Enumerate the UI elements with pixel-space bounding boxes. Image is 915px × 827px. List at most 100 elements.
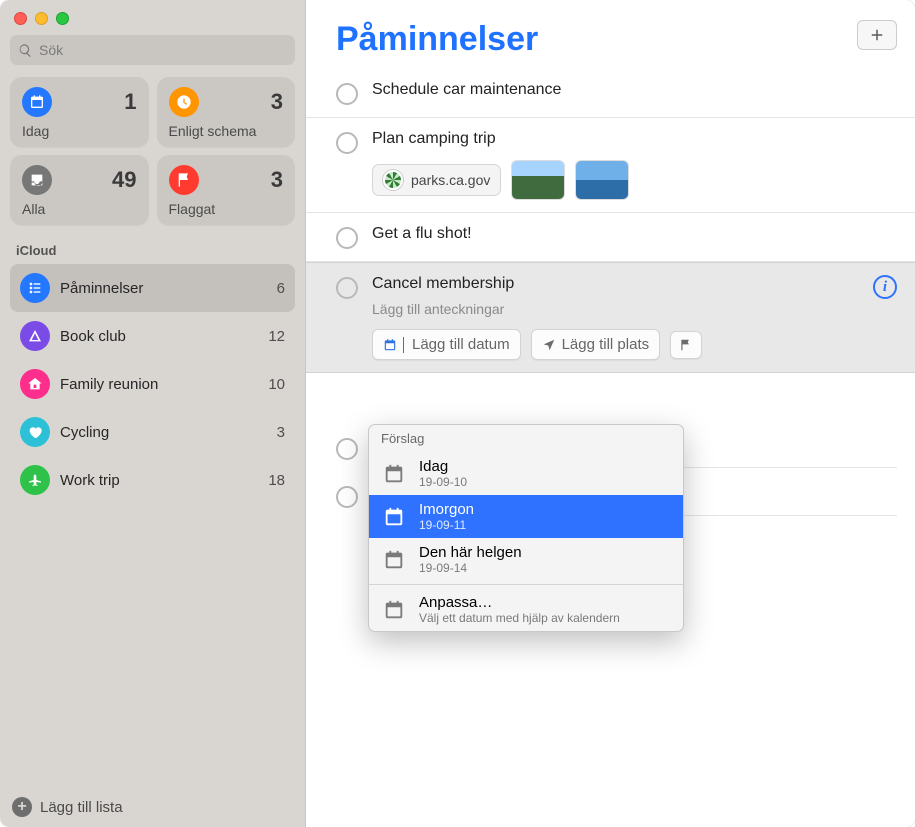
list-count: 18 <box>268 472 285 489</box>
calendar-icon <box>381 462 407 486</box>
suggestion-label: Anpassa… <box>419 594 620 611</box>
list-count: 6 <box>277 280 285 297</box>
suggestion-sub: Välj ett datum med hjälp av kalendern <box>419 611 620 625</box>
smart-count: 1 <box>124 89 136 115</box>
favicon-icon <box>383 170 403 190</box>
flag-icon <box>169 165 199 195</box>
popover-header: Förslag <box>369 425 683 452</box>
main-panel: Påminnelser Schedule car maintenance Pla… <box>306 0 915 827</box>
list-count: 10 <box>268 376 285 393</box>
smart-list-today[interactable]: 1 Idag <box>10 77 149 147</box>
date-suggestion-tomorrow[interactable]: Imorgon 19-09-11 <box>369 495 683 538</box>
add-location-chip[interactable]: Lägg till plats <box>531 329 661 360</box>
add-list-button[interactable]: + Lägg till lista <box>12 797 123 817</box>
smart-label: Alla <box>22 201 137 217</box>
add-location-label: Lägg till plats <box>562 336 650 353</box>
suggestion-date: 19-09-14 <box>419 561 522 575</box>
complete-toggle[interactable] <box>336 486 358 508</box>
smart-count: 3 <box>271 89 283 115</box>
calendar-icon <box>381 505 407 529</box>
complete-toggle[interactable] <box>336 438 358 460</box>
date-suggestion-weekend[interactable]: Den här helgen 19-09-14 <box>369 538 683 581</box>
list-bullet-icon <box>20 273 50 303</box>
complete-toggle[interactable] <box>336 227 358 249</box>
complete-toggle[interactable] <box>336 277 358 299</box>
info-button[interactable]: i <box>873 275 897 299</box>
image-attachment[interactable] <box>511 160 565 200</box>
smart-list-scheduled[interactable]: 3 Enligt schema <box>157 77 296 147</box>
section-header: iCloud <box>10 239 295 264</box>
complete-toggle[interactable] <box>336 132 358 154</box>
separator <box>369 584 683 585</box>
date-suggestion-custom[interactable]: Anpassa… Välj ett datum med hjälp av kal… <box>369 588 683 631</box>
reminder-row[interactable]: Plan camping trip parks.ca.gov <box>306 118 915 213</box>
sidebar-item-work-trip[interactable]: Work trip 18 <box>10 456 295 504</box>
date-suggestion-today[interactable]: Idag 19-09-10 <box>369 452 683 495</box>
list-count: 12 <box>268 328 285 345</box>
suggestion-date: 19-09-11 <box>419 518 474 532</box>
add-list-label: Lägg till lista <box>40 799 123 816</box>
suggestion-label: Imorgon <box>419 501 474 518</box>
smart-list-all[interactable]: 49 Alla <box>10 155 149 225</box>
smart-count: 49 <box>112 167 136 193</box>
house-icon <box>20 369 50 399</box>
smart-label: Flaggat <box>169 201 284 217</box>
plus-icon <box>868 26 886 44</box>
sidebar-item-family-reunion[interactable]: Family reunion 10 <box>10 360 295 408</box>
add-date-label: Lägg till datum <box>412 336 510 353</box>
link-attachment[interactable]: parks.ca.gov <box>372 164 501 196</box>
reminder-list: Schedule car maintenance Plan camping tr… <box>306 65 915 373</box>
search-placeholder: Sök <box>39 42 63 58</box>
list-count: 3 <box>277 424 285 441</box>
heart-icon <box>20 417 50 447</box>
calendar-icon <box>381 548 407 572</box>
sidebar: Sök 1 Idag 3 <box>0 0 306 827</box>
reminder-title: Plan camping trip <box>372 130 895 148</box>
reminder-row[interactable]: Schedule car maintenance <box>306 69 915 118</box>
search-input[interactable]: Sök <box>10 35 295 65</box>
link-label: parks.ca.gov <box>411 172 490 188</box>
minimize-window-button[interactable] <box>35 12 48 25</box>
text-cursor <box>403 337 404 353</box>
search-icon <box>18 43 33 58</box>
window-controls <box>10 8 295 35</box>
notes-placeholder[interactable]: Lägg till anteckningar <box>372 301 895 317</box>
flag-chip[interactable] <box>670 331 702 359</box>
user-lists: Påminnelser 6 Book club 12 Family reunio… <box>10 264 295 504</box>
image-attachment[interactable] <box>575 160 629 200</box>
smart-list-flagged[interactable]: 3 Flaggat <box>157 155 296 225</box>
add-date-chip[interactable]: Lägg till datum <box>372 329 521 360</box>
tent-icon <box>20 321 50 351</box>
sidebar-item-book-club[interactable]: Book club 12 <box>10 312 295 360</box>
smart-count: 3 <box>271 167 283 193</box>
list-name: Family reunion <box>60 376 258 393</box>
suggestion-label: Idag <box>419 458 467 475</box>
reminder-row[interactable]: Get a flu shot! <box>306 213 915 262</box>
list-name: Work trip <box>60 472 258 489</box>
smart-label: Idag <box>22 123 137 139</box>
quick-actions: Lägg till datum Lägg till plats <box>372 329 895 360</box>
sidebar-item-paminnelser[interactable]: Påminnelser 6 <box>10 264 295 312</box>
clock-icon <box>169 87 199 117</box>
suggestion-date: 19-09-10 <box>419 475 467 489</box>
attachments: parks.ca.gov <box>372 160 895 200</box>
reminder-row-editing[interactable]: Cancel membership Lägg till anteckningar… <box>306 262 915 373</box>
complete-toggle[interactable] <box>336 83 358 105</box>
date-suggestions-popover: Förslag Idag 19-09-10 Imorgon 19-09-11 D… <box>368 424 684 632</box>
smart-lists: 1 Idag 3 Enligt schema <box>10 77 295 225</box>
reminder-title: Schedule car maintenance <box>372 81 895 99</box>
tray-icon <box>22 165 52 195</box>
plus-circle-icon: + <box>12 797 32 817</box>
calendar-icon <box>22 87 52 117</box>
list-name: Book club <box>60 328 258 345</box>
close-window-button[interactable] <box>14 12 27 25</box>
plane-icon <box>20 465 50 495</box>
flag-icon <box>679 338 693 352</box>
location-arrow-icon <box>542 338 556 352</box>
reminder-title[interactable]: Cancel membership <box>372 275 895 293</box>
list-name: Påminnelser <box>60 280 267 297</box>
page-title: Påminnelser <box>336 20 538 59</box>
zoom-window-button[interactable] <box>56 12 69 25</box>
add-reminder-button[interactable] <box>857 20 897 50</box>
sidebar-item-cycling[interactable]: Cycling 3 <box>10 408 295 456</box>
